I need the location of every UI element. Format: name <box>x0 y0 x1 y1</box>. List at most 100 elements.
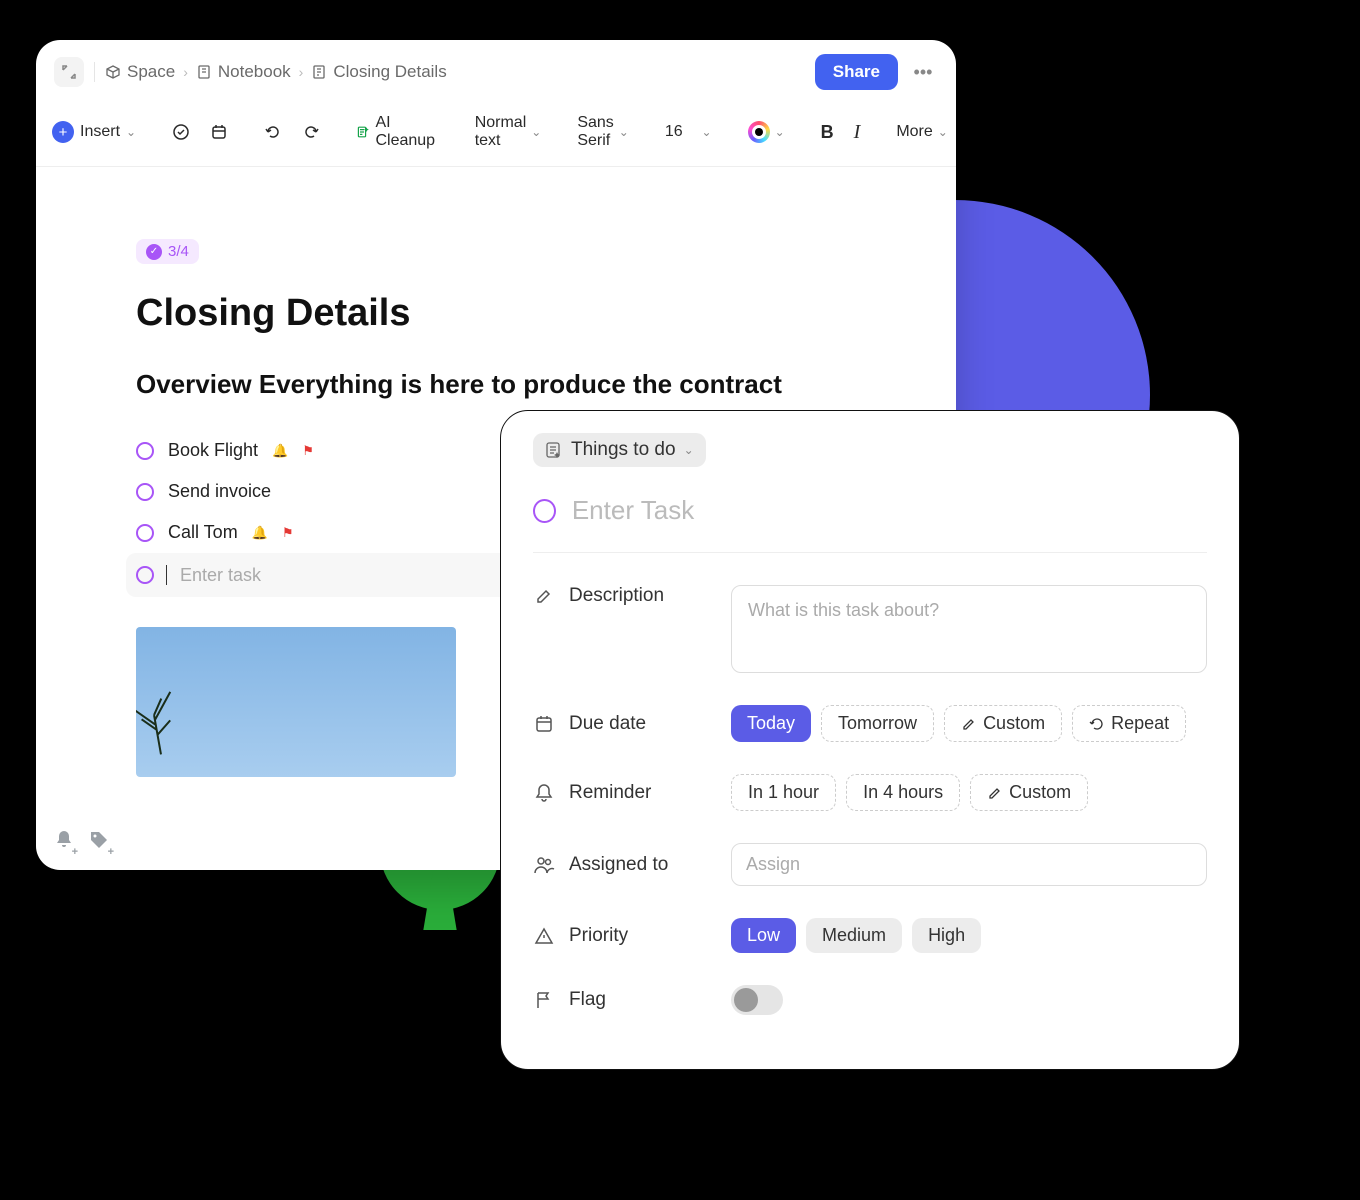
calendar-icon <box>210 123 228 141</box>
task-detail-panel: Things to do ⌄ Description Due date Toda… <box>500 410 1240 1070</box>
repeat-label: Repeat <box>1111 713 1169 734</box>
bell-icon: 🔔 <box>252 525 268 541</box>
task-label: Book Flight <box>168 440 258 461</box>
font-label: Sans Serif <box>577 114 613 150</box>
task-checkbox[interactable] <box>136 442 154 460</box>
reminder-4h-button[interactable]: In 4 hours <box>846 774 960 811</box>
due-date-label: Due date <box>569 713 646 735</box>
add-reminder-button[interactable]: + <box>54 829 74 856</box>
share-button[interactable]: Share <box>815 54 898 90</box>
redo-button[interactable] <box>296 119 326 145</box>
more-menu-button[interactable]: ••• <box>908 57 938 87</box>
ai-cleanup-button[interactable]: AI Cleanup <box>350 110 445 154</box>
plus-icon: + <box>52 121 74 143</box>
flag-toggle[interactable] <box>731 985 783 1015</box>
due-custom-button[interactable]: Custom <box>944 705 1062 742</box>
reminder-custom-button[interactable]: Custom <box>970 774 1088 811</box>
text-style-dropdown[interactable]: Normal text ⌄ <box>469 110 548 154</box>
expand-button[interactable] <box>54 57 84 87</box>
text-cursor <box>166 565 168 585</box>
task-label: Call Tom <box>168 522 238 543</box>
chevron-down-icon: ⌄ <box>775 125 785 139</box>
undo-button[interactable] <box>258 119 288 145</box>
due-repeat-button[interactable]: Repeat <box>1072 705 1186 742</box>
pencil-icon <box>987 785 1003 801</box>
check-circle-button[interactable] <box>166 119 196 145</box>
notebook-icon <box>196 64 212 80</box>
calendar-icon <box>533 714 555 734</box>
description-input[interactable] <box>731 585 1207 673</box>
due-today-button[interactable]: Today <box>731 705 811 742</box>
flag-icon: ⚑ <box>282 525 294 541</box>
bold-button[interactable]: B <box>815 118 840 147</box>
toggle-knob <box>734 988 758 1012</box>
tree-decoration <box>136 671 188 769</box>
progress-badge[interactable]: ✓ 3/4 <box>136 239 199 264</box>
calendar-button[interactable] <box>204 119 234 145</box>
more-dropdown[interactable]: More ⌄ <box>890 119 954 145</box>
color-ring-icon <box>748 121 770 143</box>
priority-high-button[interactable]: High <box>912 918 981 953</box>
chevron-down-icon: ⌄ <box>938 125 948 139</box>
task-checkbox[interactable] <box>533 499 556 523</box>
custom-label: Custom <box>983 713 1045 734</box>
edit-icon <box>533 586 555 606</box>
box-icon <box>105 64 121 80</box>
reminder-label: Reminder <box>569 782 651 804</box>
chevron-down-icon: ⌄ <box>702 125 712 139</box>
task-checkbox[interactable] <box>136 524 154 542</box>
breadcrumb: Space › Notebook › Closing Details <box>105 62 447 82</box>
check-icon: ✓ <box>146 244 162 260</box>
breadcrumb-notebook[interactable]: Notebook <box>196 62 291 82</box>
task-title-input[interactable] <box>572 495 1207 526</box>
ai-cleanup-label: AI Cleanup <box>375 114 438 150</box>
add-tag-button[interactable]: + <box>88 829 110 856</box>
chevron-down-icon: ⌄ <box>126 125 136 139</box>
check-circle-icon <box>172 123 190 141</box>
task-checkbox[interactable] <box>136 566 154 584</box>
assigned-label: Assigned to <box>569 854 668 876</box>
flag-icon: ⚑ <box>302 443 314 459</box>
task-checkbox[interactable] <box>136 483 154 501</box>
color-picker[interactable]: ⌄ <box>742 117 791 147</box>
priority-label: Priority <box>569 925 628 947</box>
redo-icon <box>302 123 320 141</box>
flag-icon <box>533 990 555 1010</box>
bold-icon: B <box>821 122 834 143</box>
chevron-right-icon: › <box>299 64 304 80</box>
custom-label: Custom <box>1009 782 1071 803</box>
priority-medium-button[interactable]: Medium <box>806 918 902 953</box>
reminder-1h-button[interactable]: In 1 hour <box>731 774 836 811</box>
bell-icon <box>533 782 555 804</box>
list-name: Things to do <box>571 439 676 461</box>
chevron-down-icon: ⌄ <box>531 125 541 139</box>
assign-input[interactable] <box>731 843 1207 886</box>
breadcrumb-label: Space <box>127 62 175 82</box>
image-block[interactable] <box>136 627 456 777</box>
task-list-selector[interactable]: Things to do ⌄ <box>533 433 706 467</box>
breadcrumb-space[interactable]: Space <box>105 62 175 82</box>
divider <box>94 62 95 82</box>
insert-label: Insert <box>80 123 120 141</box>
more-label: More <box>896 123 932 141</box>
insert-button[interactable]: + Insert ⌄ <box>46 117 142 147</box>
chevron-down-icon: ⌄ <box>619 125 629 139</box>
priority-low-button[interactable]: Low <box>731 918 796 953</box>
page-subtitle[interactable]: Overview Everything is here to produce t… <box>136 367 856 402</box>
toolbar: + Insert ⌄ AI Cleanup Normal text ⌄ <box>36 104 956 167</box>
bell-icon: 🔔 <box>272 443 288 459</box>
description-label: Description <box>569 585 664 607</box>
text-style-label: Normal text <box>475 114 527 150</box>
breadcrumb-label: Notebook <box>218 62 291 82</box>
priority-icon <box>533 926 555 946</box>
due-tomorrow-button[interactable]: Tomorrow <box>821 705 934 742</box>
undo-icon <box>264 123 282 141</box>
page-title[interactable]: Closing Details <box>136 292 856 335</box>
task-label: Send invoice <box>168 481 271 502</box>
flag-label: Flag <box>569 989 606 1011</box>
italic-button[interactable]: I <box>848 117 867 148</box>
font-size-dropdown[interactable]: 16 ⌄ <box>659 119 718 145</box>
people-icon <box>533 855 555 875</box>
font-dropdown[interactable]: Sans Serif ⌄ <box>571 110 635 154</box>
breadcrumb-page[interactable]: Closing Details <box>311 62 446 82</box>
